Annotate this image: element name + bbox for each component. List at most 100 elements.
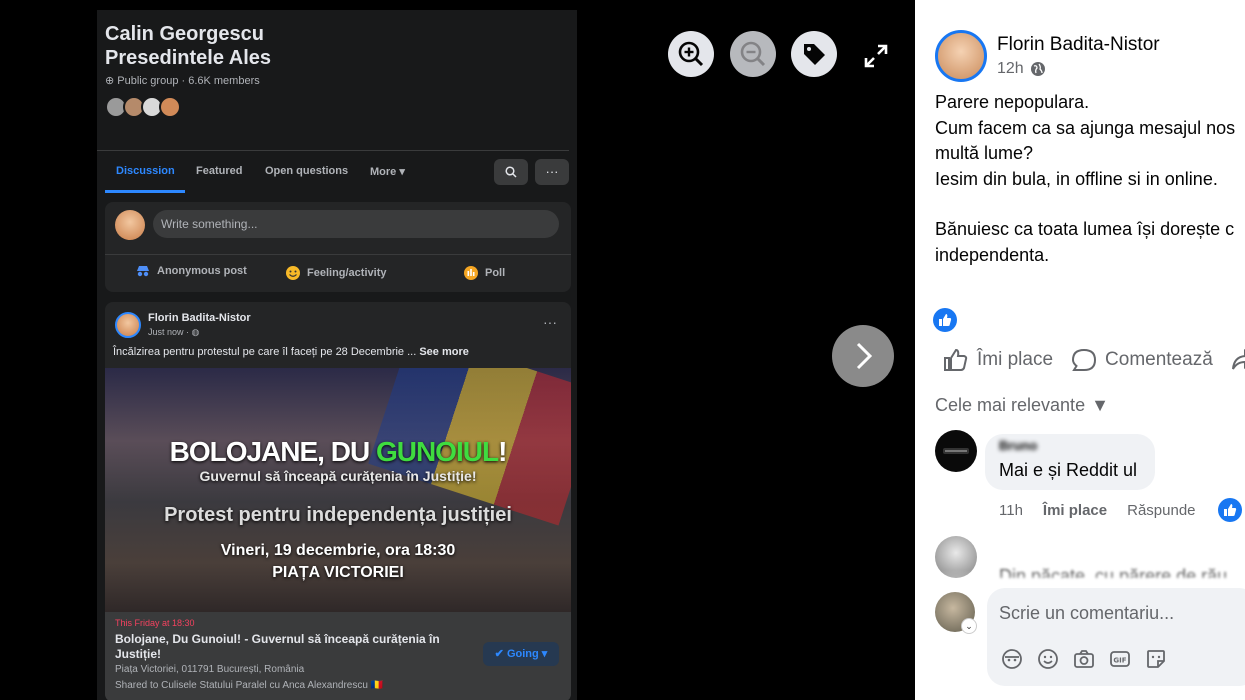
side-post-time[interactable]: 12h [997,60,1046,78]
sticker-icon[interactable] [1145,648,1167,670]
comment-tools: GIF [1001,648,1167,670]
share-icon [1231,348,1245,370]
comment-bubble-icon [1072,348,1097,371]
composer-actions: Anonymous post Feeling/activity Poll [105,254,571,284]
thumbs-up-icon [939,314,952,326]
banner-subline: Guvernul să înceapă curățenia în Justiți… [199,468,477,484]
post-text-line: multă lume? [935,143,1034,163]
camera-icon[interactable] [1073,648,1095,670]
see-more-link[interactable]: See more [419,346,469,358]
banner-headline-part1: BOLOJANE, DU [169,436,376,467]
thumbs-up-outline-icon [944,348,968,371]
zoom-out-icon [740,41,766,67]
globe-icon: ◍ [191,327,200,337]
avatar [115,210,145,240]
avatar-sticker-icon[interactable] [1001,648,1023,670]
globe-icon: ⊕ [105,75,118,87]
comment-author[interactable]: Bruno [999,438,1037,453]
post-composer: Write something... Anonymous post Feelin… [105,202,571,292]
comment-button[interactable]: Comentează [1071,348,1213,372]
post-text-line: Cum facem ca sa ajunga mesajul nos [935,117,1236,138]
post-side-panel: Florin Badita-Nistor 12h Parere nepopula… [915,10,1245,700]
comment-meta: 11h Îmi place Răspunde [999,502,1196,519]
active-tab-indicator [105,190,185,193]
post-time-text: Just now · [148,327,192,337]
dots-icon: ··· [545,164,559,179]
fullscreen-button[interactable] [862,42,890,70]
chevron-right-icon [856,342,873,370]
logo-avatar-icon [943,448,969,454]
poll-button[interactable]: Poll [463,265,505,281]
post-text-line: Iesim din bula, in offline si in online. [935,168,1218,189]
event-location: Piața Victoriei, 011791 București, Român… [115,664,305,675]
thumbs-up-icon [1224,504,1237,516]
feeling-activity-label: Feeling/activity [307,267,387,279]
side-post-text: Parere nepopulara. Cum facem ca sa ajung… [935,90,1245,268]
post-actions: Îmi place Comentează [943,348,1245,372]
tab-discussion[interactable]: Discussion [116,165,175,177]
comment-reply-button[interactable]: Răspunde [1127,502,1195,519]
post-text-blank-line [935,192,1245,217]
group-title: Calin Georgescu Presedintele Ales [105,22,271,70]
comment-time[interactable]: 11h [999,502,1023,519]
comment-like-button[interactable]: Îmi place [1043,502,1107,519]
screen: Calin Georgescu Presedintele Ales ⊕ Publ… [0,0,1245,700]
tab-more[interactable]: More ▾ [370,165,405,178]
write-comment-placeholder: Scrie un comentariu... [999,603,1175,623]
gif-icon[interactable]: GIF [1109,648,1131,670]
member-avatar [159,96,181,118]
chevron-down-icon[interactable]: ⌄ [961,618,977,634]
post-text-body: Încălzirea pentru protestul pe care îl f… [113,346,420,358]
side-post-author[interactable]: Florin Badita-Nistor [997,34,1160,56]
anonymous-post-button[interactable]: Anonymous post [135,265,247,277]
banner-headline: BOLOJANE, DU GUNOIUL! [105,436,571,468]
zoom-out-button[interactable] [730,31,776,77]
post-text-line: Parere nepopulara. [935,92,1090,112]
reactions-summary[interactable] [933,308,957,332]
zoom-in-button[interactable] [668,31,714,77]
group-search-button[interactable] [494,159,528,185]
poll-icon [464,266,478,280]
smiley-icon [286,266,300,280]
globe-icon [1030,62,1045,76]
tag-icon [804,44,825,65]
going-button[interactable]: ✔ Going ▾ [483,642,559,666]
next-photo-button[interactable] [832,325,894,387]
emoji-icon[interactable] [1037,648,1059,670]
incognito-icon [137,266,149,277]
check-circle-icon: ✔ [494,648,504,660]
post-options-icon[interactable]: ··· [543,314,557,330]
write-something-input[interactable]: Write something... [153,210,559,238]
svg-text:GIF: GIF [1113,657,1126,665]
group-post: Florin Badita-Nistor Just now · ◍ ··· În… [105,302,571,700]
banner-headline-part3: ! [498,436,507,467]
commenter-avatar[interactable] [935,430,977,472]
comment-sort-dropdown[interactable]: Cele mai relevante ▼ [935,395,1109,416]
protest-banner[interactable]: BOLOJANE, DU GUNOIUL! Guvernul să înceap… [105,368,571,612]
screenshot-image: Calin Georgescu Presedintele Ales ⊕ Publ… [97,10,577,700]
tag-photo-button[interactable] [791,31,837,77]
banner-headline-part2: GUNOIUL [375,436,499,467]
comment-text: Mai e și Reddit ul [999,460,1138,480]
comment-reaction-badge[interactable] [1218,498,1242,522]
event-title[interactable]: Bolojane, Du Gunoiul! - Guvernul să înce… [115,632,445,662]
side-post-time-text: 12h [997,60,1024,77]
group-more-button[interactable]: ··· [535,159,569,185]
group-meta-text: Public group · 6.6K members [117,75,260,87]
zoom-in-icon [678,41,704,67]
tab-open-questions[interactable]: Open questions [265,165,348,177]
comment-label: Comentează [1105,349,1213,370]
share-button[interactable] [1231,348,1245,372]
event-shared-to: Shared to Culisele Statului Paralel cu A… [115,680,384,691]
caret-down-icon: ▼ [1091,395,1109,415]
like-button[interactable]: Îmi place [943,348,1053,372]
group-tabs: Discussion Featured Open questions More … [97,150,569,193]
avatar [115,312,141,338]
post-author[interactable]: Florin Badita-Nistor [148,312,251,324]
like-label: Îmi place [977,349,1054,370]
event-card[interactable]: This Friday at 18:30 Bolojane, Du Gunoiu… [105,612,571,700]
post-text-line: Bănuiesc ca toata lumea își dorește c [935,219,1235,239]
avatar[interactable] [935,30,987,82]
tab-featured[interactable]: Featured [196,165,242,177]
feeling-activity-button[interactable]: Feeling/activity [285,265,386,281]
